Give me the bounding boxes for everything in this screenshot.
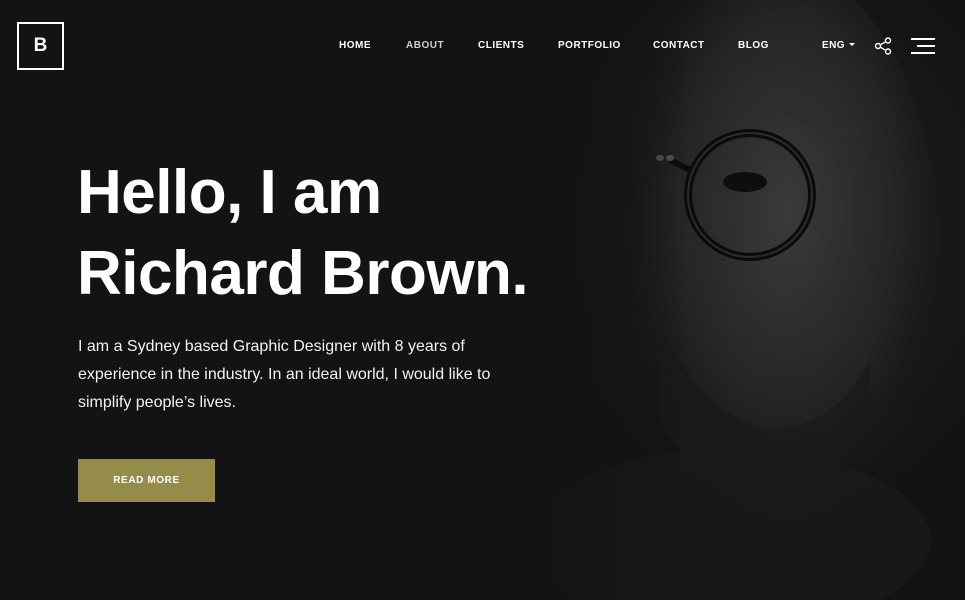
nav-item-contact[interactable]: CONTACT [653, 40, 705, 51]
hero-title-line1: Hello, I am [77, 158, 382, 227]
hero-title: Hello, I am Richard Brown. [77, 152, 529, 314]
language-selector[interactable]: ENG [822, 40, 855, 51]
nav-item-home[interactable]: HOME [339, 40, 371, 51]
nav-item-about[interactable]: ABOUT [406, 40, 444, 51]
hero-title-line2: Richard Brown. [77, 239, 529, 308]
caret-down-icon [848, 43, 855, 46]
nav-item-portfolio[interactable]: PORTFOLIO [558, 40, 621, 51]
menu-icon[interactable] [911, 37, 935, 55]
nav-item-clients[interactable]: CLIENTS [478, 40, 524, 51]
read-more-button[interactable]: READ MORE [78, 459, 215, 502]
hero-description: I am a Sydney based Graphic Designer wit… [78, 338, 491, 411]
logo-letter: B [33, 35, 48, 56]
share-icon[interactable] [874, 37, 892, 55]
nav-item-blog[interactable]: BLOG [738, 40, 769, 51]
logo[interactable]: B [17, 22, 64, 70]
language-label: ENG [822, 40, 845, 51]
portrait-image [540, 0, 965, 600]
